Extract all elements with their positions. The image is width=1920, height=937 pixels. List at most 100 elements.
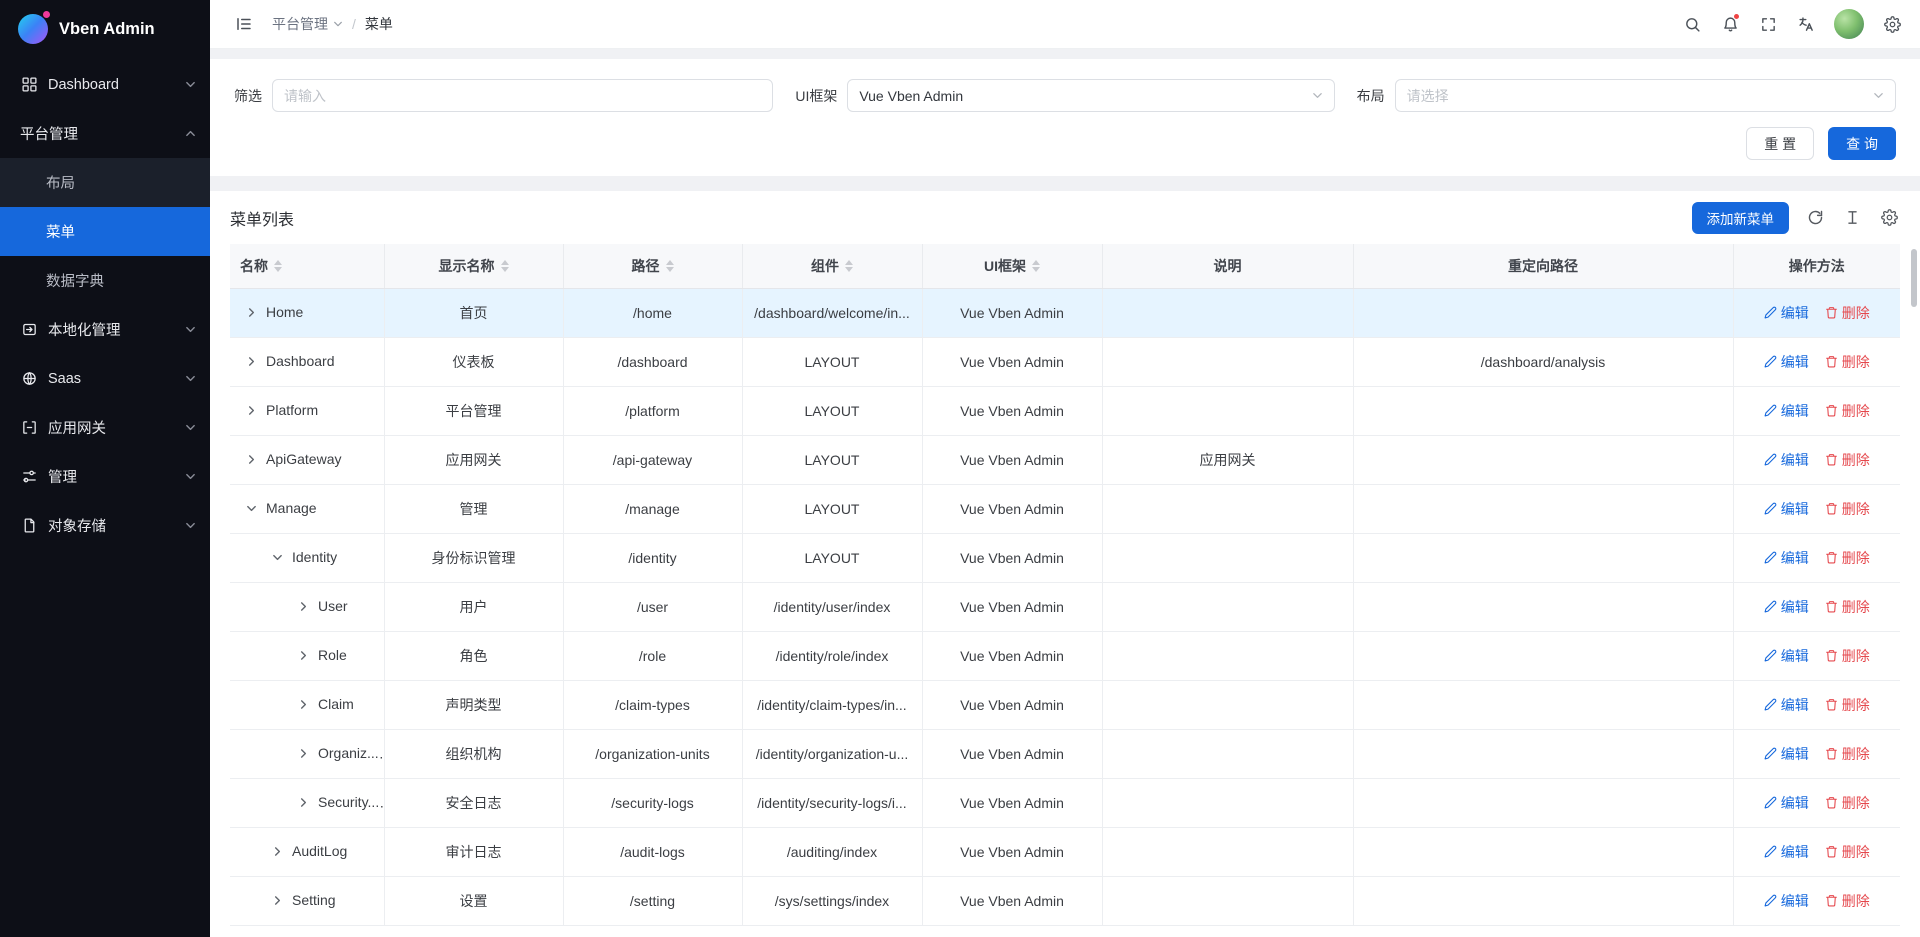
edit-button[interactable]: 编辑 — [1764, 401, 1809, 421]
sidebar-collapse-icon[interactable] — [226, 6, 262, 42]
app-logo[interactable]: Vben Admin — [0, 0, 210, 58]
trash-icon — [1825, 649, 1838, 662]
column-header-2[interactable]: 路径 — [563, 244, 742, 288]
edit-button[interactable]: 编辑 — [1764, 842, 1809, 862]
vertical-scrollbar[interactable] — [1911, 249, 1917, 307]
edit-button[interactable]: 编辑 — [1764, 450, 1809, 470]
menu-list-panel: 菜单列表 添加新菜单 — [210, 191, 1920, 937]
ui-framework-select[interactable]: Vue Vben Admin — [847, 79, 1334, 112]
column-header-1[interactable]: 显示名称 — [384, 244, 563, 288]
delete-button[interactable]: 删除 — [1825, 842, 1870, 862]
edit-button[interactable]: 编辑 — [1764, 548, 1809, 568]
sidebar-item-platform[interactable]: 平台管理 — [0, 109, 210, 158]
column-header-3[interactable]: 组件 — [742, 244, 922, 288]
delete-button[interactable]: 删除 — [1825, 891, 1870, 911]
edit-button[interactable]: 编辑 — [1764, 744, 1809, 764]
expand-row-icon[interactable] — [298, 699, 309, 710]
trash-icon — [1825, 355, 1838, 368]
edit-button[interactable]: 编辑 — [1764, 793, 1809, 813]
delete-button[interactable]: 删除 — [1825, 695, 1870, 715]
expand-row-icon[interactable] — [246, 454, 257, 465]
collapse-row-icon[interactable] — [272, 552, 283, 563]
cell-name: Home — [230, 288, 384, 337]
table-row[interactable]: Dashboard仪表板/dashboardLAYOUTVue Vben Adm… — [230, 337, 1900, 386]
table-row[interactable]: ApiGateway应用网关/api-gatewayLAYOUTVue Vben… — [230, 435, 1900, 484]
sidebar-item-data-dictionary[interactable]: 数据字典 — [0, 256, 210, 305]
expand-row-icon[interactable] — [298, 797, 309, 808]
cell-value: /api-gateway — [613, 452, 692, 468]
sidebar-item-object-storage[interactable]: 对象存储 — [0, 501, 210, 550]
delete-button[interactable]: 删除 — [1825, 352, 1870, 372]
column-header-4[interactable]: UI框架 — [922, 244, 1102, 288]
table-row[interactable]: Identity身份标识管理/identityLAYOUTVue Vben Ad… — [230, 533, 1900, 582]
expand-row-icon[interactable] — [272, 895, 283, 906]
expand-row-icon[interactable] — [298, 748, 309, 759]
table-row[interactable]: Security...安全日志/security-logs/identity/s… — [230, 778, 1900, 827]
sidebar-item-layout[interactable]: 布局 — [0, 158, 210, 207]
delete-button[interactable]: 删除 — [1825, 646, 1870, 666]
table-row[interactable]: Role角色/role/identity/role/indexVue Vben … — [230, 631, 1900, 680]
sidebar-item-api-gateway[interactable]: 应用网关 — [0, 403, 210, 452]
edit-button[interactable]: 编辑 — [1764, 352, 1809, 372]
delete-button[interactable]: 删除 — [1825, 744, 1870, 764]
collapse-row-icon[interactable] — [246, 503, 257, 514]
sort-icon[interactable] — [1032, 260, 1040, 272]
column-settings-icon[interactable] — [1878, 207, 1900, 229]
reset-button[interactable]: 重 置 — [1746, 127, 1814, 160]
expand-row-icon[interactable] — [298, 601, 309, 612]
edit-button[interactable]: 编辑 — [1764, 646, 1809, 666]
add-menu-button[interactable]: 添加新菜单 — [1692, 202, 1790, 234]
edit-button[interactable]: 编辑 — [1764, 597, 1809, 617]
table-row[interactable]: User用户/user/identity/user/indexVue Vben … — [230, 582, 1900, 631]
filter-actions: 重 置 查 询 — [234, 127, 1896, 160]
expand-row-icon[interactable] — [246, 307, 257, 318]
delete-button[interactable]: 删除 — [1825, 499, 1870, 519]
layout-select[interactable]: 请选择 — [1395, 79, 1896, 112]
sort-icon[interactable] — [845, 260, 853, 272]
sidebar-item-dashboard[interactable]: Dashboard — [0, 60, 210, 109]
expand-row-icon[interactable] — [272, 846, 283, 857]
expand-row-icon[interactable] — [298, 650, 309, 661]
keyword-input[interactable] — [272, 79, 773, 112]
table-row[interactable]: Manage管理/manageLAYOUTVue Vben Admin编辑删除 — [230, 484, 1900, 533]
row-height-icon[interactable] — [1841, 207, 1863, 229]
table-row[interactable]: AuditLog审计日志/audit-logs/auditing/indexVu… — [230, 827, 1900, 876]
sidebar-item-saas[interactable]: Saas — [0, 354, 210, 403]
delete-button[interactable]: 删除 — [1825, 548, 1870, 568]
breadcrumb-parent[interactable]: 平台管理 — [272, 14, 343, 34]
settings-icon[interactable] — [1874, 6, 1910, 42]
refresh-icon[interactable] — [1804, 207, 1826, 229]
query-button[interactable]: 查 询 — [1828, 127, 1896, 160]
sidebar-item-menu[interactable]: 菜单 — [0, 207, 210, 256]
table-row[interactable]: Claim声明类型/claim-types/identity/claim-typ… — [230, 680, 1900, 729]
cell-path: /dashboard — [563, 337, 742, 386]
sort-icon[interactable] — [666, 260, 674, 272]
table-row[interactable]: Home首页/home/dashboard/welcome/in...Vue V… — [230, 288, 1900, 337]
table-row[interactable]: Platform平台管理/platformLAYOUTVue Vben Admi… — [230, 386, 1900, 435]
trash-icon — [1825, 600, 1838, 613]
delete-button[interactable]: 删除 — [1825, 401, 1870, 421]
column-header-0[interactable]: 名称 — [230, 244, 384, 288]
notification-icon[interactable] — [1712, 6, 1748, 42]
search-icon[interactable] — [1674, 6, 1710, 42]
fullscreen-icon[interactable] — [1750, 6, 1786, 42]
sidebar-item-localization[interactable]: 本地化管理 — [0, 305, 210, 354]
edit-button[interactable]: 编辑 — [1764, 499, 1809, 519]
table-row[interactable]: Organiz...组织机构/organization-units/identi… — [230, 729, 1900, 778]
sort-icon[interactable] — [274, 260, 282, 272]
delete-button[interactable]: 删除 — [1825, 793, 1870, 813]
edit-button[interactable]: 编辑 — [1764, 303, 1809, 323]
edit-button[interactable]: 编辑 — [1764, 695, 1809, 715]
delete-button[interactable]: 删除 — [1825, 303, 1870, 323]
language-icon[interactable] — [1788, 6, 1824, 42]
delete-button[interactable]: 删除 — [1825, 450, 1870, 470]
avatar[interactable] — [1834, 9, 1864, 39]
delete-button[interactable]: 删除 — [1825, 597, 1870, 617]
sort-icon[interactable] — [501, 260, 509, 272]
edit-button[interactable]: 编辑 — [1764, 891, 1809, 911]
row-name: AuditLog — [292, 843, 347, 859]
expand-row-icon[interactable] — [246, 356, 257, 367]
table-row[interactable]: Setting设置/setting/sys/settings/indexVue … — [230, 876, 1900, 925]
expand-row-icon[interactable] — [246, 405, 257, 416]
sidebar-item-manage[interactable]: 管理 — [0, 452, 210, 501]
